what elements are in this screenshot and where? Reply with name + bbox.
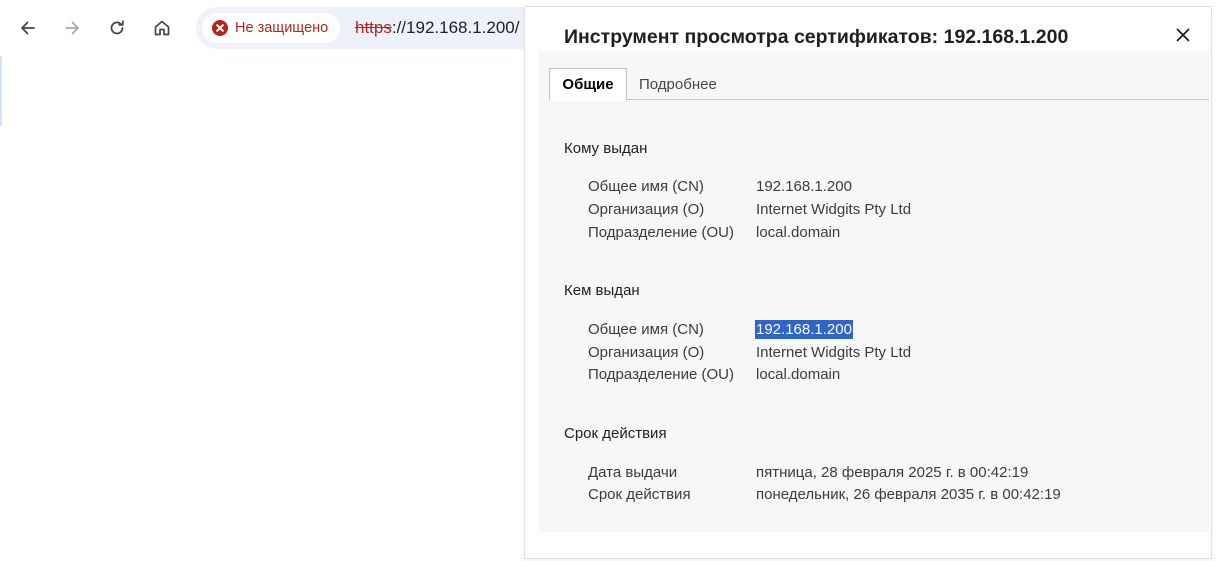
forward-button[interactable]	[54, 10, 90, 46]
field-label: Дата выдачи	[588, 464, 678, 481]
url-text[interactable]: https://192.168.1.200/	[355, 18, 519, 38]
tab-general[interactable]: Общие	[549, 68, 627, 101]
url-rest: ://192.168.1.200/	[391, 18, 520, 37]
field-label: Организация (O)	[588, 201, 705, 218]
field-label: Общее имя (CN)	[588, 178, 704, 195]
certificate-content-panel: Общие Подробнее Кому выдан Общее имя (CN…	[539, 51, 1209, 532]
issued-to-cn-value: 192.168.1.200	[756, 178, 852, 195]
dialog-title: Инструмент просмотра сертификатов: 192.1…	[564, 26, 1069, 48]
home-button[interactable]	[144, 10, 180, 46]
field-label: Подразделение (OU)	[588, 366, 734, 383]
issued-by-cn-value-selected[interactable]: 192.168.1.200	[755, 320, 853, 339]
security-label: Не защищено	[235, 20, 329, 36]
issued-by-ou-value: local.domain	[756, 366, 841, 383]
reload-icon	[110, 20, 124, 35]
certificate-viewer-dialog: Инструмент просмотра сертификатов: 192.1…	[525, 7, 1211, 558]
url-scheme: https	[355, 18, 392, 37]
field-label: Организация (O)	[588, 344, 705, 361]
issued-by-heading: Кем выдан	[564, 282, 640, 299]
issued-to-o-value: Internet Widgits Pty Ltd	[756, 201, 912, 218]
tab-details[interactable]: Подробнее	[639, 68, 717, 100]
issue-date-value: пятница, 28 февраля 2025 г. в 00:42:19	[756, 464, 1029, 481]
tab-strip: Общие Подробнее	[549, 68, 1209, 101]
close-icon	[1176, 28, 1190, 42]
security-chip[interactable]: Не защищено	[202, 13, 340, 43]
home-icon	[154, 20, 170, 36]
not-secure-icon	[212, 20, 228, 36]
reload-button[interactable]	[99, 10, 135, 46]
back-button[interactable]	[10, 10, 46, 46]
field-label: Подразделение (OU)	[588, 224, 734, 241]
expiry-date-value: понедельник, 26 февраля 2035 г. в 00:42:…	[756, 486, 1061, 503]
forward-arrow-icon	[65, 21, 79, 35]
close-button[interactable]	[1170, 22, 1196, 48]
page-edge-accent	[0, 56, 2, 126]
issued-to-heading: Кому выдан	[564, 140, 648, 157]
field-label: Срок действия	[588, 486, 691, 503]
issued-to-ou-value: local.domain	[756, 224, 841, 241]
field-label: Общее имя (CN)	[588, 321, 704, 338]
issued-by-o-value: Internet Widgits Pty Ltd	[756, 344, 912, 361]
validity-heading: Срок действия	[564, 425, 667, 442]
back-arrow-icon	[21, 21, 35, 35]
